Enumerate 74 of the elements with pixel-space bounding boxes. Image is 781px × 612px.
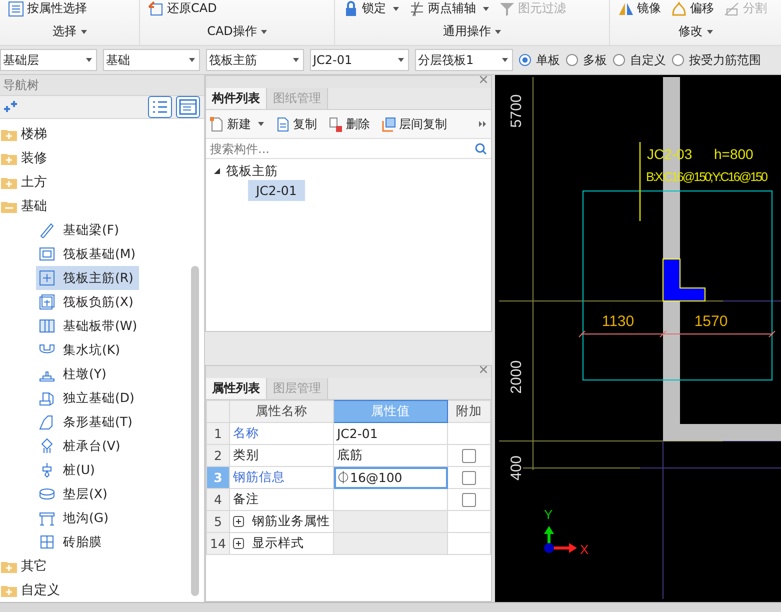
axis-label: Y: [544, 507, 553, 522]
layercopy-button[interactable]: 层间复制: [382, 116, 447, 132]
tree-group-label[interactable]: 筏板主筋: [226, 162, 278, 180]
tree-item[interactable]: 基础板带(W): [36, 314, 144, 338]
ribbon-tool-button[interactable]: 还原CAD: [148, 0, 217, 17]
span-text: 1130: [602, 313, 634, 330]
ribbon-tool-button[interactable]: 镜像: [618, 0, 661, 17]
tree-item[interactable]: 条形基础(T): [36, 410, 138, 434]
panel-tab[interactable]: 属性列表: [206, 378, 267, 399]
row-number: 3: [206, 466, 230, 488]
radio-option[interactable]: 自定义: [613, 52, 666, 68]
tree-item[interactable]: 砖胎膜: [36, 530, 108, 554]
tree-item[interactable]: 桩(U): [36, 458, 101, 482]
row-number: 5: [206, 510, 230, 532]
row-number: 2: [206, 444, 230, 466]
row-number: 1: [206, 422, 230, 444]
panel-title: 导航树: [0, 75, 204, 96]
row-number: 14: [206, 532, 230, 554]
column-header: 属性名称: [230, 400, 334, 422]
ribbon-group-label[interactable]: 修改: [678, 23, 702, 40]
dimension-text: 400: [508, 455, 525, 481]
ribbon-tool-button[interactable]: 两点辅轴: [409, 0, 489, 17]
ribbon-group-label[interactable]: 选择: [52, 23, 76, 40]
panel-tab[interactable]: 构件列表: [206, 88, 267, 109]
tree-item[interactable]: 筏板负筋(X): [36, 290, 140, 314]
radio-option[interactable]: 单板: [519, 52, 560, 68]
component-item[interactable]: JC2-01: [248, 180, 305, 201]
column-header: 附加: [448, 400, 490, 422]
radio-option[interactable]: 多板: [566, 52, 607, 68]
property-group[interactable]: 钢筋业务属性: [230, 510, 334, 532]
delete-button[interactable]: 删除: [329, 116, 370, 132]
property-name: 钢筋信息: [230, 466, 334, 488]
property-name: 名称: [230, 422, 334, 444]
dimension-text: 2000: [508, 360, 525, 394]
row-number: 4: [206, 488, 230, 510]
tree-item[interactable]: 基础梁(F): [36, 218, 125, 242]
ribbon-group-label[interactable]: CAD操作: [207, 23, 257, 40]
column-header: 属性值: [334, 400, 448, 422]
tree-item[interactable]: 柱墩(Y): [36, 362, 112, 386]
tree-item[interactable]: 集水坑(K): [36, 338, 126, 362]
property-value[interactable]: 底筋: [334, 444, 448, 466]
new-button[interactable]: 新建: [210, 116, 264, 132]
tree-folder[interactable]: 其它: [0, 554, 204, 578]
layer-dropdown[interactable]: JC2-01: [310, 49, 409, 71]
ribbon-tool-button[interactable]: 锁定: [343, 0, 399, 17]
tree-item[interactable]: 垫层(X): [36, 482, 114, 506]
axis-label: X: [580, 542, 589, 557]
ribbon-group-label[interactable]: 通用操作: [443, 23, 491, 40]
property-name: 备注: [230, 488, 334, 510]
tree-folder[interactable]: 装修: [0, 146, 204, 170]
property-value[interactable]: JC2-01: [334, 422, 448, 444]
height-label: h=800: [714, 146, 754, 162]
property-group[interactable]: 显示样式: [230, 532, 334, 554]
tree-item[interactable]: 地沟(G): [36, 506, 114, 530]
layer-dropdown[interactable]: 分层筏板1: [415, 49, 513, 71]
tree-item[interactable]: 筏板基础(M): [36, 242, 142, 266]
radio-option[interactable]: 按受力筋范围: [672, 52, 761, 68]
copy-button[interactable]: 复制: [276, 116, 317, 132]
ribbon-tool-button[interactable]: 按属性选择: [8, 0, 87, 17]
tree-item[interactable]: 筏板主筋(R): [36, 266, 140, 290]
tree-folder[interactable]: 基础: [0, 194, 204, 218]
layer-dropdown[interactable]: 基础: [103, 49, 200, 71]
layer-dropdown[interactable]: 筏板主筋: [206, 49, 304, 71]
span-text: 1570: [694, 313, 728, 330]
tree-item[interactable]: 独立基础(D): [36, 386, 140, 410]
dimension-text: 5700: [508, 94, 525, 128]
tree-folder[interactable]: 楼梯: [0, 122, 204, 146]
ribbon-tool-button[interactable]: 偏移: [671, 0, 714, 17]
property-value[interactable]: ⏀16@100: [334, 466, 448, 488]
tree-folder[interactable]: 自定义: [0, 578, 204, 602]
tree-folder[interactable]: 土方: [0, 170, 204, 194]
property-name: 类别: [230, 444, 334, 466]
layer-dropdown[interactable]: 基础层: [0, 49, 97, 71]
tree-item[interactable]: 桩承台(V): [36, 434, 126, 458]
